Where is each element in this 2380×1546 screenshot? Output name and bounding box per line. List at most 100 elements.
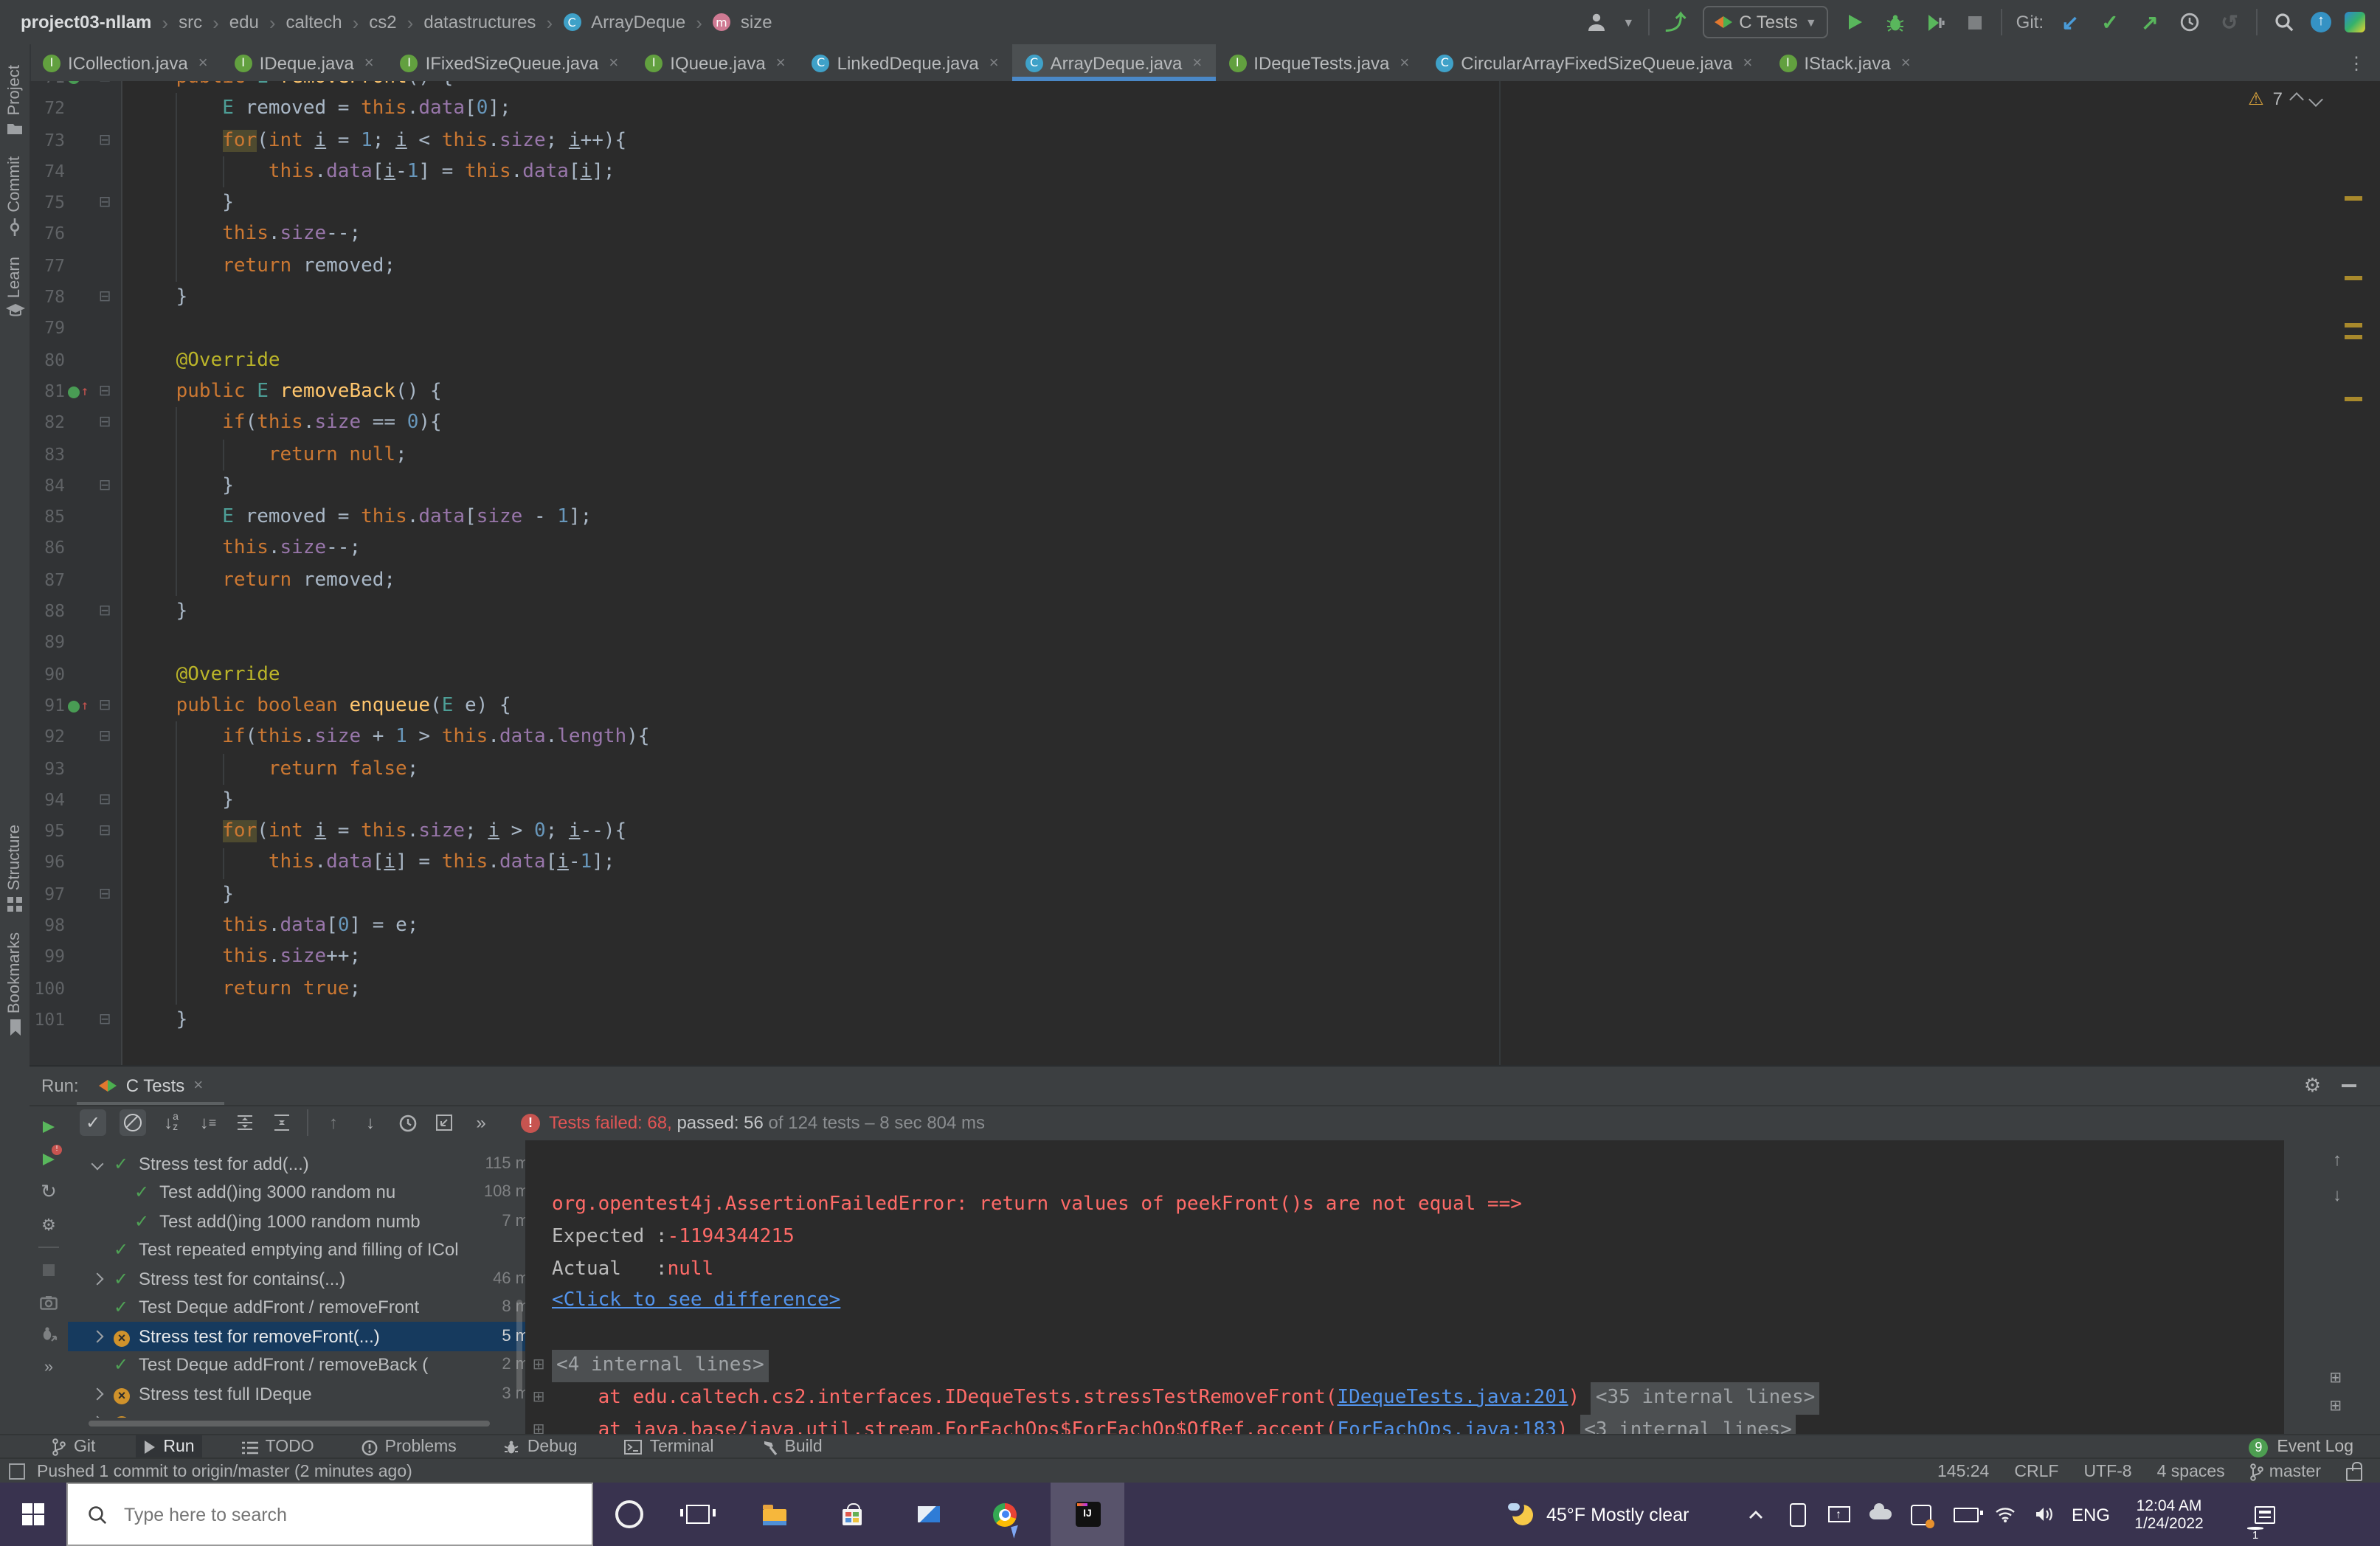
- fold-marker-icon[interactable]: ⊟: [91, 721, 118, 753]
- code-line[interactable]: 88 ⊟ }: [30, 596, 2339, 628]
- status-message[interactable]: Pushed 1 commit to origin/master (2 minu…: [37, 1463, 412, 1480]
- rerun-tests-icon[interactable]: [38, 1117, 59, 1137]
- override-marker-icon[interactable]: [67, 386, 80, 398]
- mail-button[interactable]: [897, 1483, 959, 1546]
- run-tab-label[interactable]: C Tests: [126, 1075, 185, 1096]
- warning-stripe-mark[interactable]: [2345, 335, 2362, 339]
- cortana-button[interactable]: [598, 1483, 660, 1546]
- code-line[interactable]: 87 return removed;: [30, 565, 2339, 597]
- volume-icon[interactable]: [2029, 1483, 2058, 1546]
- code-line[interactable]: 86 this.size--;: [30, 533, 2339, 565]
- tree-vertical-scrollbar[interactable]: [516, 1300, 522, 1391]
- console-link[interactable]: IDequeTests.java:201: [1337, 1382, 1568, 1415]
- wifi-icon[interactable]: [1990, 1483, 2020, 1546]
- test-tree-item[interactable]: ✓ Test Deque addFront / removeFront 8 ms: [68, 1293, 549, 1322]
- toggle-auto-test-icon[interactable]: ↻: [38, 1180, 59, 1202]
- expand-fold-icon[interactable]: ⊞: [2329, 1398, 2342, 1415]
- test-tree-item[interactable]: ✓ Test Deque addFront / removeBack (2 ms: [68, 1351, 549, 1379]
- onedrive-icon[interactable]: [1865, 1483, 1895, 1546]
- breadcrumb-item[interactable]: edu: [229, 12, 259, 32]
- rollback-icon[interactable]: ↺: [2216, 9, 2243, 35]
- code-editor[interactable]: 71↑⊟ public E removeFront() {72 E remove…: [30, 81, 2380, 1065]
- test-tree-item[interactable]: ✓ Stress test for add(...) 115 ms: [68, 1149, 549, 1178]
- user-account-icon[interactable]: [1582, 9, 1609, 35]
- stop-icon[interactable]: [38, 1260, 59, 1280]
- code-line[interactable]: 94 ⊟ }: [30, 785, 2339, 817]
- next-failed-test-icon[interactable]: ↓: [359, 1111, 382, 1134]
- test-tree-item[interactable]: ×: [68, 1408, 549, 1418]
- code-line[interactable]: 98 this.data[0] = e;: [30, 910, 2339, 942]
- show-ignored-toggle[interactable]: [120, 1109, 146, 1136]
- collapse-all-icon[interactable]: [270, 1111, 294, 1134]
- toolwindow-button-git[interactable]: Git: [44, 1435, 103, 1459]
- cast-display-icon[interactable]: ↑: [1824, 1483, 1853, 1546]
- sidebar-item-learn[interactable]: Learn: [0, 257, 30, 317]
- breadcrumb-item[interactable]: datastructures: [423, 12, 536, 32]
- run-configuration-select[interactable]: C Tests ▼: [1702, 6, 1829, 38]
- code-line[interactable]: 80 @Override: [30, 344, 2339, 376]
- test-tree-item[interactable]: ✓ Stress test for contains(...) 46 ms: [68, 1264, 549, 1293]
- prev-problem-icon[interactable]: [2289, 91, 2304, 106]
- import-test-results-icon[interactable]: [432, 1111, 456, 1134]
- fold-marker-icon[interactable]: ⊟: [91, 878, 118, 910]
- tree-horizontal-scrollbar[interactable]: [89, 1421, 490, 1427]
- more-options-icon[interactable]: »: [469, 1111, 493, 1134]
- your-phone-icon[interactable]: [1782, 1483, 1812, 1546]
- test-tree-item[interactable]: × Stress test full IDeque 3 ms: [68, 1379, 549, 1408]
- code-line[interactable]: 101 ⊟ }: [30, 1005, 2339, 1036]
- editor-tab[interactable]: I ICollection.java ×: [30, 44, 221, 81]
- git-push-icon[interactable]: ↗: [2137, 9, 2163, 35]
- fold-marker-icon[interactable]: ⊟: [91, 187, 118, 219]
- test-console[interactable]: org.opentest4j.AssertionFailedError: ret…: [525, 1140, 2284, 1435]
- rerun-failed-tests-icon[interactable]: !: [38, 1145, 62, 1170]
- code-line[interactable]: 79: [30, 313, 2339, 345]
- sidebar-item-structure[interactable]: Structure: [0, 825, 30, 912]
- chevron-right-icon[interactable]: [91, 1330, 114, 1342]
- file-explorer-button[interactable]: [744, 1483, 806, 1546]
- editor-tab[interactable]: I IDeque.java ×: [221, 44, 387, 81]
- code-line[interactable]: 81 ↑ ⊟ public E removeBack() {: [30, 376, 2339, 408]
- inspection-widget[interactable]: ⚠ 7: [2248, 89, 2323, 109]
- close-icon[interactable]: ×: [1901, 54, 1911, 72]
- taskbar-search[interactable]: [66, 1483, 593, 1546]
- editor-tab[interactable]: C CircularArrayFixedSizeQueue.java ×: [1422, 44, 1765, 81]
- file-encoding[interactable]: UTF-8: [2083, 1463, 2131, 1480]
- test-tree-item[interactable]: ✓ Test repeated emptying and filling of I…: [68, 1235, 549, 1264]
- editor-tab[interactable]: C LinkedDeque.java ×: [799, 44, 1012, 81]
- more-icon[interactable]: »: [38, 1357, 59, 1378]
- toolwindow-button-terminal[interactable]: Terminal: [618, 1435, 722, 1459]
- fold-marker-icon[interactable]: ⊟: [91, 785, 118, 817]
- fold-marker-icon[interactable]: ⊟: [91, 816, 118, 847]
- code-line[interactable]: 85 E removed = this.data[size - 1];: [30, 502, 2339, 533]
- fold-marker-icon[interactable]: ⊟: [91, 471, 118, 502]
- fold-marker-icon[interactable]: ⊟: [91, 376, 118, 408]
- minimize-icon[interactable]: [2342, 1084, 2356, 1087]
- chevron-right-icon[interactable]: [91, 1272, 114, 1285]
- code-line[interactable]: 90 @Override: [30, 659, 2339, 690]
- breadcrumb-item[interactable]: src: [179, 12, 202, 32]
- code-line[interactable]: 72 E removed = this.data[0];: [30, 94, 2339, 125]
- ide-promo-icon[interactable]: [2345, 12, 2365, 32]
- toolwindow-button-todo[interactable]: TODO: [235, 1435, 322, 1459]
- git-branch-widget[interactable]: master: [2249, 1463, 2321, 1480]
- toolwindow-button-debug[interactable]: Debug: [497, 1435, 585, 1459]
- caret-position[interactable]: 145:24: [1937, 1463, 1989, 1480]
- editor-tab[interactable]: I IDequeTests.java ×: [1215, 44, 1422, 81]
- console-link[interactable]: <Click to see difference>: [552, 1286, 840, 1318]
- expand-fold-icon[interactable]: ⊞: [2329, 1370, 2342, 1387]
- code-line[interactable]: 92 ⊟ if(this.size + 1 > this.data.length)…: [30, 721, 2339, 753]
- gear-icon[interactable]: ⚙: [2304, 1075, 2321, 1097]
- tab-options-icon[interactable]: ⋮: [2333, 44, 2380, 81]
- code-line[interactable]: 75 ⊟ }: [30, 187, 2339, 219]
- show-passed-toggle[interactable]: ✓: [80, 1109, 106, 1136]
- fold-expand-icon[interactable]: ⊞: [525, 1350, 552, 1382]
- breadcrumb-item[interactable]: caltech: [286, 12, 342, 32]
- code-line[interactable]: 89: [30, 628, 2339, 659]
- fold-marker-icon[interactable]: ⊟: [91, 1005, 118, 1036]
- git-commit-icon[interactable]: ✓: [2097, 9, 2123, 35]
- line-separator[interactable]: CRLF: [2014, 1463, 2058, 1480]
- close-icon[interactable]: ×: [1192, 54, 1202, 72]
- scroll-up-icon[interactable]: ↑: [2333, 1149, 2342, 1170]
- intellij-button[interactable]: IJ: [1051, 1483, 1124, 1546]
- clock-widget[interactable]: 12:04 AM 1/24/2022: [2122, 1483, 2216, 1546]
